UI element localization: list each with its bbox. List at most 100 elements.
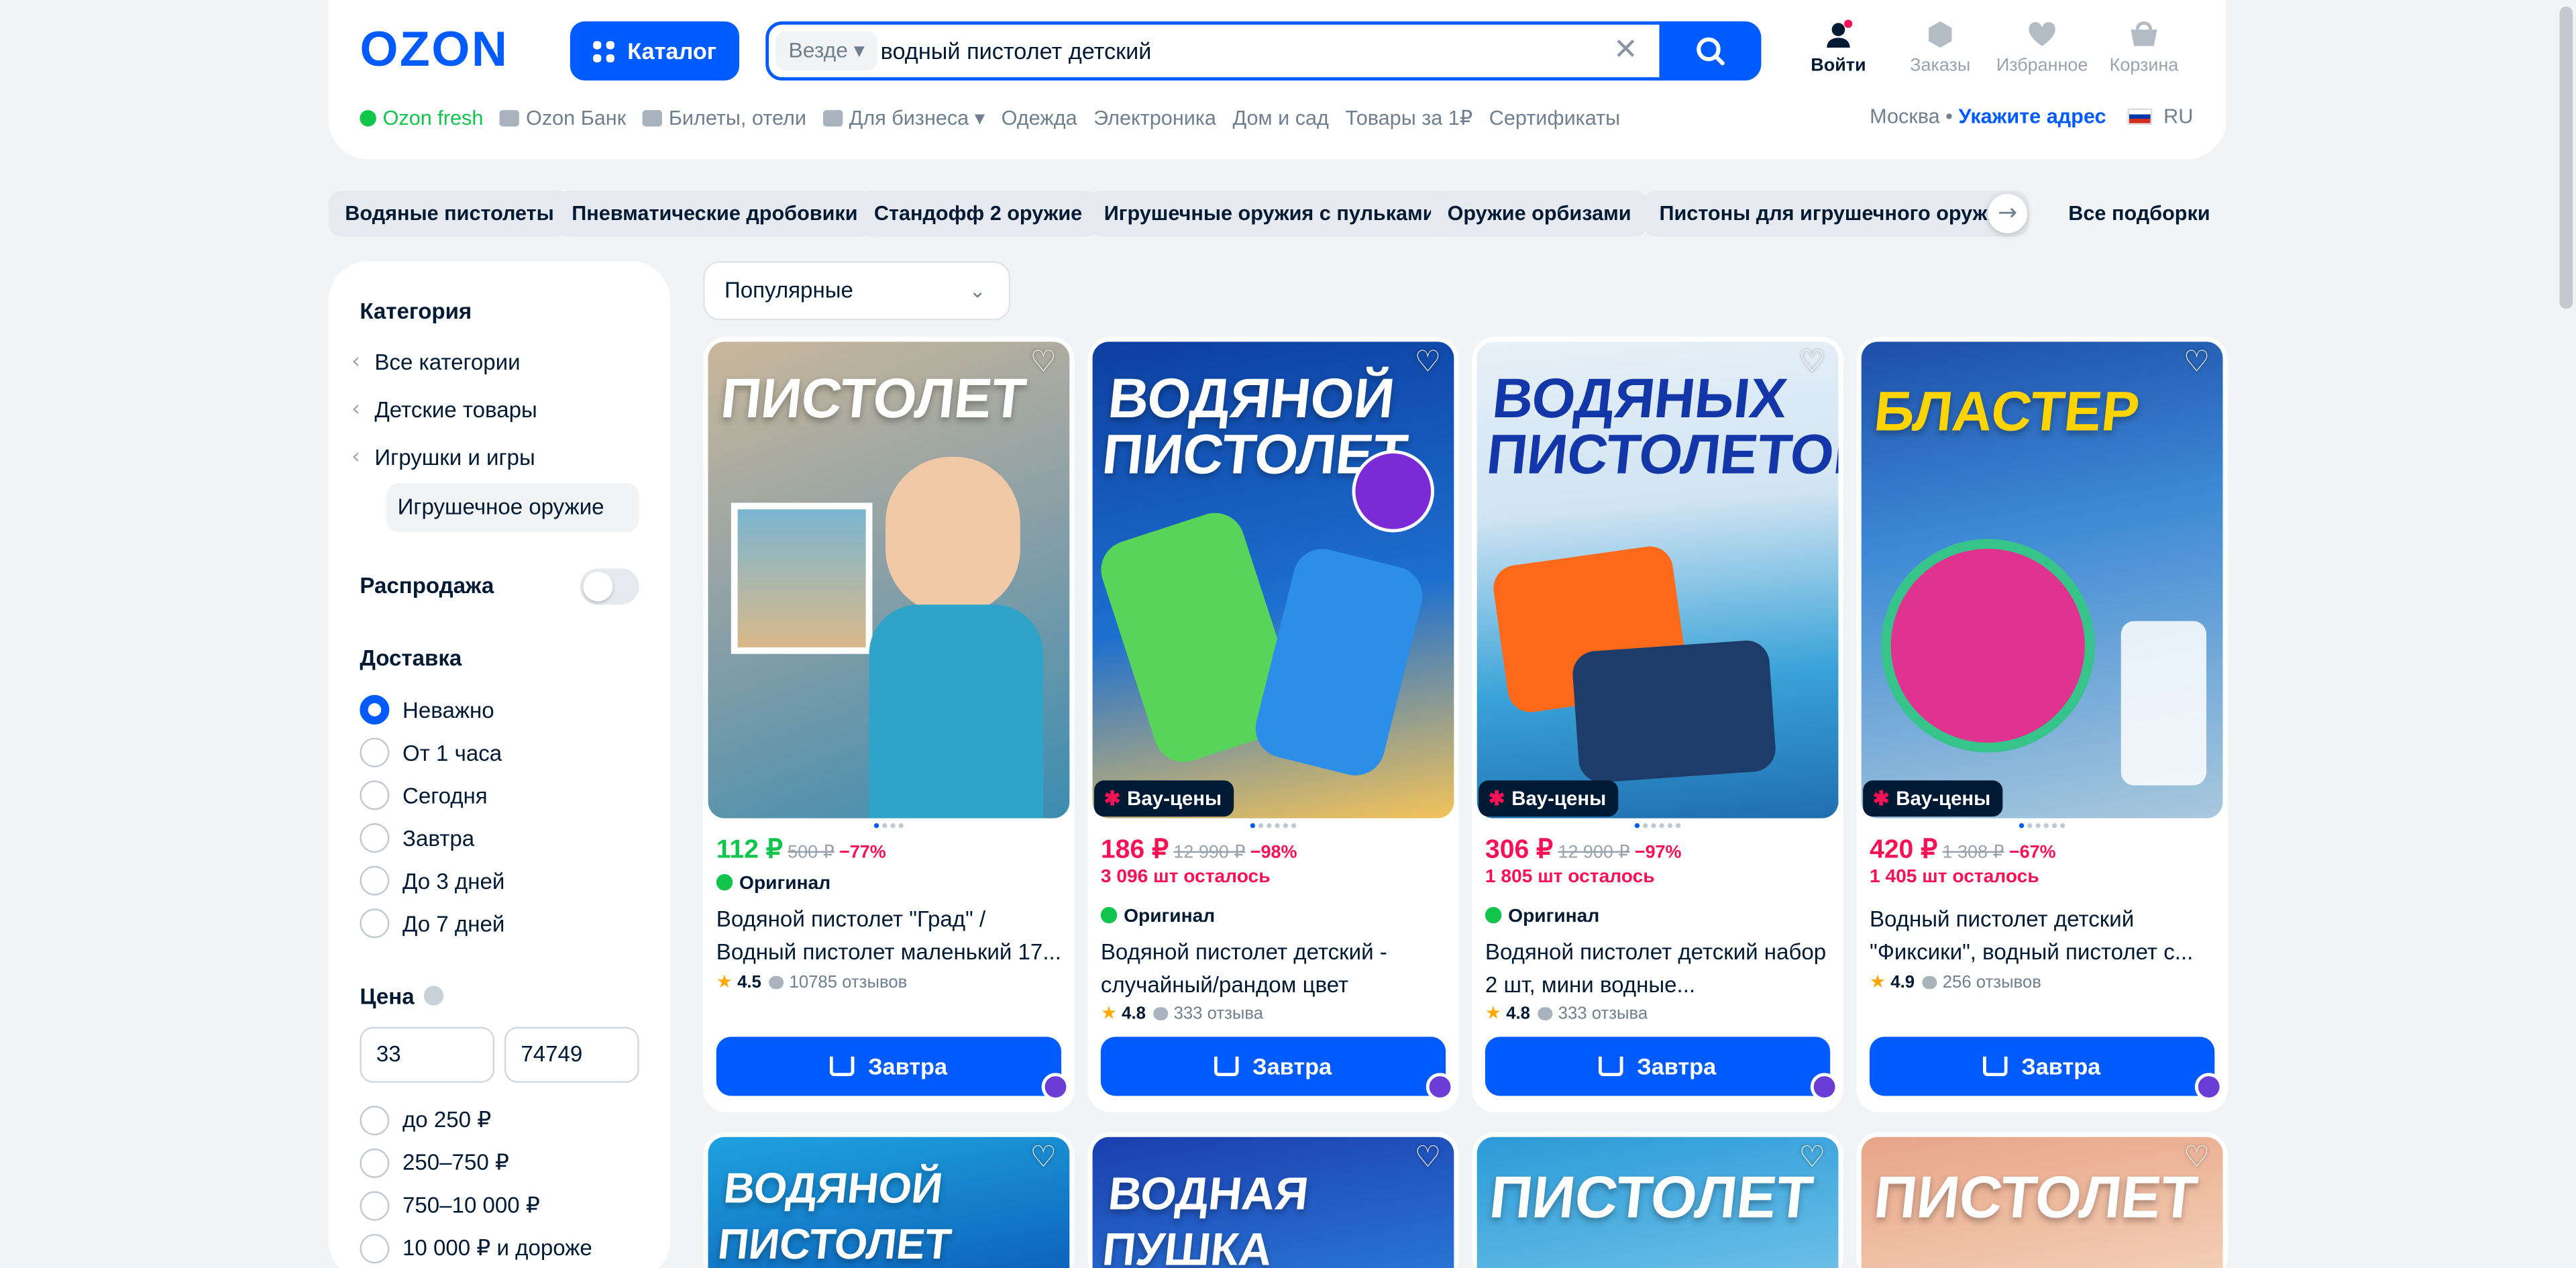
image-text: ПИСТОЛЕТ xyxy=(1871,1163,2201,1231)
delivery-option[interactable]: Завтра xyxy=(360,822,474,855)
price-range-option[interactable]: 250–750 ₽ xyxy=(360,1147,509,1179)
orders-button[interactable]: Заказы xyxy=(1891,19,1990,76)
nav-clothes[interactable]: Одежда xyxy=(1002,106,1077,129)
heart-icon xyxy=(2029,21,2055,46)
add-to-cart-button[interactable]: Завтра xyxy=(716,1037,1062,1096)
nav-electronics[interactable]: Электроника xyxy=(1093,106,1216,129)
premium-icon xyxy=(1041,1073,1070,1101)
favorite-heart-icon[interactable]: ♡ xyxy=(1799,1143,1832,1173)
product-card[interactable]: ПИСТОЛЕТ ♡ 112 ₽500 ₽ −77% Оригинал Водян… xyxy=(703,337,1075,1112)
favorite-heart-icon[interactable]: ♡ xyxy=(1030,348,1063,378)
search-button[interactable] xyxy=(1659,21,1762,81)
login-button[interactable]: Войти xyxy=(1789,19,1888,76)
product-image[interactable]: ВОДЯНОЙ ПИСТОЛЕТ xyxy=(1092,341,1454,818)
radio-icon xyxy=(360,780,390,810)
product-card[interactable]: ВОДЯНОЙ ПИСТОЛЕТ ♡ xyxy=(703,1132,1075,1268)
nav-tickets[interactable]: Билеты, отели xyxy=(642,106,806,129)
price-from-input[interactable]: 33 xyxy=(360,1026,495,1083)
product-card[interactable]: ВОДНАЯ ПУШКА ♡ xyxy=(1087,1132,1459,1268)
category-toys[interactable]: ‹ Игрушки и игры xyxy=(352,445,535,470)
product-card[interactable]: БЛАСТЕР ♡ ✱ Вау-цены 420 ₽1 308 ₽ −67% 1 4… xyxy=(1856,337,2228,1112)
arrow-right-icon[interactable]: → xyxy=(1988,193,2028,233)
product-card[interactable]: ВОДЯНОЙ ПИСТОЛЕТ ♡ ✱ Вау-цены 186 ₽12 990… xyxy=(1087,337,1459,1112)
price-block: 112 ₽500 ₽ −77% xyxy=(716,833,886,866)
product-image[interactable]: ПИСТОЛЕТ xyxy=(708,341,1070,818)
search-scope-select[interactable]: Везде ▾ xyxy=(775,31,878,71)
chevron-left-icon: ‹ xyxy=(352,350,360,375)
info-icon[interactable] xyxy=(424,986,444,1006)
price-block: 420 ₽1 308 ₽ −67% xyxy=(1870,833,2056,866)
product-title[interactable]: Водяной пистолет детский - случайный/ран… xyxy=(1101,937,1449,1001)
search-input[interactable]: водный пистолет детский xyxy=(881,25,1152,77)
product-title[interactable]: Водяной пистолет "Град" / Водный пистоле… xyxy=(716,904,1065,968)
favorite-heart-icon[interactable]: ♡ xyxy=(1799,348,1832,378)
product-image[interactable]: ВОДЯНЫХ ПИСТОЛЕТОВ xyxy=(1477,341,1839,818)
rating: ★ 4.5 10785 отзывов xyxy=(716,971,908,993)
nav-certificates[interactable]: Сертификаты xyxy=(1489,106,1620,129)
add-to-cart-button[interactable]: Завтра xyxy=(1100,1037,1446,1096)
sort-select[interactable]: Популярные ⌄ xyxy=(703,261,1011,321)
product-image[interactable]: ВОДЯНОЙ ПИСТОЛЕТ xyxy=(708,1137,1070,1268)
price-range-option[interactable]: до 250 ₽ xyxy=(360,1104,491,1137)
chip[interactable]: Водяные пистолеты xyxy=(328,191,571,237)
favorite-heart-icon[interactable]: ♡ xyxy=(1415,348,1448,378)
add-to-cart-button[interactable]: Завтра xyxy=(1485,1037,1831,1096)
delivery-option[interactable]: До 7 дней xyxy=(360,907,504,940)
delivery-option[interactable]: Неважно xyxy=(360,693,494,726)
ozon-logo[interactable]: OZON xyxy=(360,23,508,78)
delivery-option[interactable]: Сегодня xyxy=(360,779,488,812)
favorite-heart-icon[interactable]: ♡ xyxy=(2184,348,2216,378)
price-range-option[interactable]: 750–10 000 ₽ xyxy=(360,1190,540,1222)
product-card[interactable]: ПИСТОЛЕТ ♡ xyxy=(1472,1132,1843,1268)
category-kids[interactable]: ‹ Детские товары xyxy=(352,398,537,423)
favorite-heart-icon[interactable]: ♡ xyxy=(1030,1143,1063,1173)
favorite-heart-icon[interactable]: ♡ xyxy=(2184,1143,2216,1173)
category-current[interactable]: Игрушечное оружие xyxy=(386,483,639,533)
product-image[interactable]: ПИСТОЛЕТ xyxy=(1477,1137,1839,1268)
chip[interactable]: Пистоны для игрушечного оружия xyxy=(1643,191,2029,237)
product-image[interactable]: БЛАСТЕР xyxy=(1861,341,2223,818)
nav-one-ruble[interactable]: Товары за 1₽ xyxy=(1345,105,1472,129)
chip[interactable]: Пневматические дробовики xyxy=(555,191,875,237)
cart-label: Корзина xyxy=(2109,56,2179,76)
add-to-cart-button[interactable]: Завтра xyxy=(1869,1037,2215,1096)
category-all[interactable]: ‹ Все категории xyxy=(352,350,521,375)
discount: −77% xyxy=(839,843,886,863)
wow-price-badge: ✱ Вау-цены xyxy=(1094,780,1234,817)
scrollbar-thumb[interactable] xyxy=(2559,6,2573,309)
product-card[interactable]: ВОДЯНЫХ ПИСТОЛЕТОВ ♡ ✱ Вау-цены 306 ₽12 9… xyxy=(1472,337,1843,1112)
product-title[interactable]: Водяной пистолет детский набор 2 шт, мин… xyxy=(1485,937,1833,1001)
all-collections-link[interactable]: Все подборки xyxy=(2068,191,2210,237)
chip[interactable]: Стандофф 2 оружие xyxy=(857,191,1099,237)
delivery-option[interactable]: До 3 дней xyxy=(360,864,504,897)
filters-sidebar: Категория ‹ Все категории ‹ Детские товары… xyxy=(328,261,671,1268)
product-image[interactable]: ПИСТОЛЕТ xyxy=(1861,1137,2223,1268)
old-price: 12 900 ₽ xyxy=(1558,843,1630,863)
chip[interactable]: Игрушечные оружия с пульками xyxy=(1087,191,1452,237)
product-card[interactable]: ПИСТОЛЕТ ♡ xyxy=(1856,1132,2228,1268)
nav-ozon-fresh[interactable]: Ozon fresh xyxy=(360,106,483,129)
catalog-button[interactable]: Каталог xyxy=(570,21,740,81)
nav-home-garden[interactable]: Дом и сад xyxy=(1232,106,1328,129)
sale-toggle[interactable] xyxy=(580,568,639,605)
favorites-button[interactable]: Избранное xyxy=(1993,19,2092,76)
price-to-input[interactable]: 74749 xyxy=(504,1026,639,1083)
current-price: 420 ₽ xyxy=(1869,836,1938,865)
lang-switch[interactable]: RU xyxy=(2163,105,2193,128)
chip[interactable]: Оружие орбизами xyxy=(1431,191,1648,237)
original-badge: Оригинал xyxy=(716,874,830,894)
nav-ozon-bank[interactable]: Ozon Банк xyxy=(499,106,626,129)
delivery-option[interactable]: От 1 часа xyxy=(360,736,502,769)
current-price: 112 ₽ xyxy=(716,836,783,865)
image-text: БЛАСТЕР xyxy=(1871,381,2143,444)
scrollbar[interactable] xyxy=(2556,0,2576,1268)
price-range-option[interactable]: 10 000 ₽ и дороже xyxy=(360,1232,592,1265)
favorite-heart-icon[interactable]: ♡ xyxy=(1415,1143,1448,1173)
nav-business[interactable]: Для бизнеса ▾ xyxy=(822,105,985,129)
cart-button[interactable]: Корзина xyxy=(2094,19,2193,76)
check-circle-icon xyxy=(1100,906,1118,924)
product-title[interactable]: Водный пистолет детский "Фиксики", водны… xyxy=(1870,904,2218,968)
address-link[interactable]: Укажите адрес xyxy=(1958,105,2106,128)
product-image[interactable]: ВОДНАЯ ПУШКА xyxy=(1092,1137,1454,1268)
clear-icon[interactable]: ✕ xyxy=(1613,36,1638,66)
